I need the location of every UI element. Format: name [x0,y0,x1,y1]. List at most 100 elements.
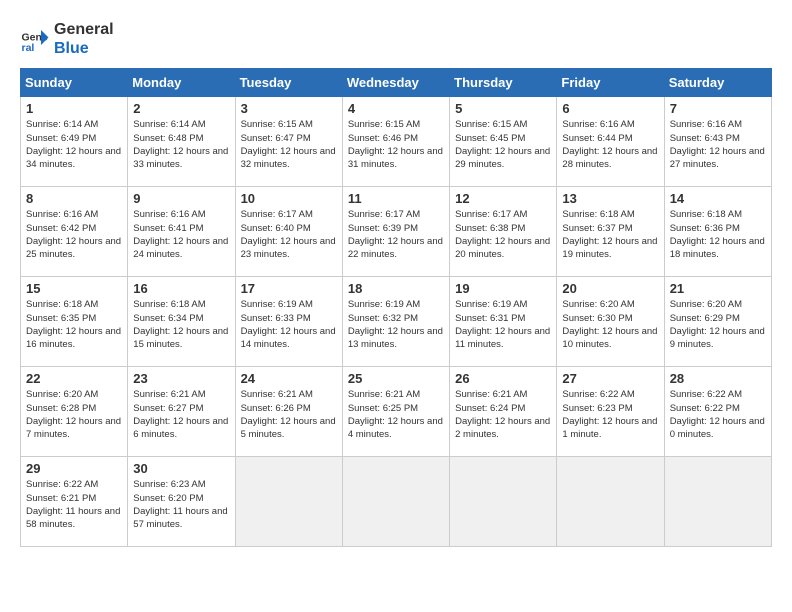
svg-text:ral: ral [22,42,35,54]
weekday-header: Saturday [664,69,771,97]
day-info: Sunrise: 6:23 AMSunset: 6:20 PMDaylight:… [133,478,229,531]
day-number: 30 [133,461,229,476]
calendar-week-row: 22Sunrise: 6:20 AMSunset: 6:28 PMDayligh… [21,367,772,457]
weekday-header: Monday [128,69,235,97]
calendar-table: SundayMondayTuesdayWednesdayThursdayFrid… [20,68,772,547]
calendar-cell: 21 Sunrise: 6:20 AMSunset: 6:29 PMDayligh… [664,277,771,367]
calendar-cell [557,457,664,547]
calendar-cell: 29 Sunrise: 6:22 AMSunset: 6:21 PMDayligh… [21,457,128,547]
day-info: Sunrise: 6:15 AMSunset: 6:47 PMDaylight:… [241,118,337,171]
calendar-body: 1 Sunrise: 6:14 AMSunset: 6:49 PMDaylight… [21,97,772,547]
day-info: Sunrise: 6:20 AMSunset: 6:30 PMDaylight:… [562,298,658,351]
day-number: 2 [133,101,229,116]
calendar-cell: 16 Sunrise: 6:18 AMSunset: 6:34 PMDayligh… [128,277,235,367]
day-info: Sunrise: 6:15 AMSunset: 6:45 PMDaylight:… [455,118,551,171]
weekday-header: Friday [557,69,664,97]
day-info: Sunrise: 6:19 AMSunset: 6:32 PMDaylight:… [348,298,444,351]
day-number: 21 [670,281,766,296]
day-info: Sunrise: 6:22 AMSunset: 6:21 PMDaylight:… [26,478,122,531]
day-info: Sunrise: 6:14 AMSunset: 6:48 PMDaylight:… [133,118,229,171]
calendar-cell: 25Sunrise: 6:21 AMSunset: 6:25 PMDayligh… [342,367,449,457]
weekday-header: Sunday [21,69,128,97]
calendar-cell: 30 Sunrise: 6:23 AMSunset: 6:20 PMDayligh… [128,457,235,547]
day-number: 12 [455,191,551,206]
day-number: 4 [348,101,444,116]
calendar-cell: 8 Sunrise: 6:16 AMSunset: 6:42 PMDaylight… [21,187,128,277]
calendar-header: SundayMondayTuesdayWednesdayThursdayFrid… [21,69,772,97]
calendar-cell: 4 Sunrise: 6:15 AMSunset: 6:46 PMDaylight… [342,97,449,187]
day-number: 28 [670,371,766,386]
day-info: Sunrise: 6:22 AMSunset: 6:23 PMDaylight:… [562,388,658,441]
day-info: Sunrise: 6:20 AMSunset: 6:29 PMDaylight:… [670,298,766,351]
day-number: 13 [562,191,658,206]
calendar-cell [235,457,342,547]
calendar-cell: 22Sunrise: 6:20 AMSunset: 6:28 PMDayligh… [21,367,128,457]
day-number: 16 [133,281,229,296]
day-number: 24 [241,371,337,386]
day-number: 5 [455,101,551,116]
day-number: 15 [26,281,122,296]
calendar-cell: 27 Sunrise: 6:22 AMSunset: 6:23 PMDayligh… [557,367,664,457]
day-number: 11 [348,191,444,206]
day-number: 8 [26,191,122,206]
logo: Gene ral General Blue [20,20,114,58]
day-info: Sunrise: 6:16 AMSunset: 6:41 PMDaylight:… [133,208,229,261]
day-info: Sunrise: 6:21 AMSunset: 6:24 PMDaylight:… [455,388,551,441]
day-info: Sunrise: 6:16 AMSunset: 6:43 PMDaylight:… [670,118,766,171]
day-number: 6 [562,101,658,116]
day-number: 26 [455,371,551,386]
day-info: Sunrise: 6:17 AMSunset: 6:38 PMDaylight:… [455,208,551,261]
calendar-week-row: 15 Sunrise: 6:18 AMSunset: 6:35 PMDayligh… [21,277,772,367]
day-number: 29 [26,461,122,476]
calendar-cell: 9 Sunrise: 6:16 AMSunset: 6:41 PMDaylight… [128,187,235,277]
day-number: 22 [26,371,122,386]
calendar-cell [342,457,449,547]
calendar-cell [450,457,557,547]
day-info: Sunrise: 6:22 AMSunset: 6:22 PMDaylight:… [670,388,766,441]
calendar-cell: 23Sunrise: 6:21 AMSunset: 6:27 PMDayligh… [128,367,235,457]
day-info: Sunrise: 6:18 AMSunset: 6:35 PMDaylight:… [26,298,122,351]
day-info: Sunrise: 6:18 AMSunset: 6:36 PMDaylight:… [670,208,766,261]
calendar-cell: 2 Sunrise: 6:14 AMSunset: 6:48 PMDaylight… [128,97,235,187]
calendar-cell: 7 Sunrise: 6:16 AMSunset: 6:43 PMDaylight… [664,97,771,187]
calendar-cell: 12 Sunrise: 6:17 AMSunset: 6:38 PMDayligh… [450,187,557,277]
day-info: Sunrise: 6:17 AMSunset: 6:40 PMDaylight:… [241,208,337,261]
day-number: 9 [133,191,229,206]
day-info: Sunrise: 6:21 AMSunset: 6:25 PMDaylight:… [348,388,444,441]
day-number: 27 [562,371,658,386]
calendar-cell: 26 Sunrise: 6:21 AMSunset: 6:24 PMDayligh… [450,367,557,457]
day-info: Sunrise: 6:21 AMSunset: 6:26 PMDaylight:… [241,388,337,441]
day-number: 7 [670,101,766,116]
calendar-cell [664,457,771,547]
weekday-header: Thursday [450,69,557,97]
calendar-cell: 14 Sunrise: 6:18 AMSunset: 6:36 PMDayligh… [664,187,771,277]
calendar-week-row: 29 Sunrise: 6:22 AMSunset: 6:21 PMDayligh… [21,457,772,547]
day-info: Sunrise: 6:21 AMSunset: 6:27 PMDaylight:… [133,388,229,441]
day-number: 14 [670,191,766,206]
calendar-cell: 24 Sunrise: 6:21 AMSunset: 6:26 PMDayligh… [235,367,342,457]
calendar-cell: 18 Sunrise: 6:19 AMSunset: 6:32 PMDayligh… [342,277,449,367]
day-info: Sunrise: 6:14 AMSunset: 6:49 PMDaylight:… [26,118,122,171]
calendar-cell: 1 Sunrise: 6:14 AMSunset: 6:49 PMDaylight… [21,97,128,187]
weekday-header: Tuesday [235,69,342,97]
calendar-cell: 19 Sunrise: 6:19 AMSunset: 6:31 PMDayligh… [450,277,557,367]
calendar-cell: 17Sunrise: 6:19 AMSunset: 6:33 PMDayligh… [235,277,342,367]
calendar-cell: 13 Sunrise: 6:18 AMSunset: 6:37 PMDayligh… [557,187,664,277]
calendar-week-row: 1 Sunrise: 6:14 AMSunset: 6:49 PMDaylight… [21,97,772,187]
day-info: Sunrise: 6:16 AMSunset: 6:42 PMDaylight:… [26,208,122,261]
day-number: 19 [455,281,551,296]
day-info: Sunrise: 6:16 AMSunset: 6:44 PMDaylight:… [562,118,658,171]
calendar-cell: 6 Sunrise: 6:16 AMSunset: 6:44 PMDaylight… [557,97,664,187]
day-number: 18 [348,281,444,296]
day-info: Sunrise: 6:19 AMSunset: 6:33 PMDaylight:… [241,298,337,351]
calendar-cell: 28 Sunrise: 6:22 AMSunset: 6:22 PMDayligh… [664,367,771,457]
day-info: Sunrise: 6:15 AMSunset: 6:46 PMDaylight:… [348,118,444,171]
day-info: Sunrise: 6:18 AMSunset: 6:34 PMDaylight:… [133,298,229,351]
weekday-header: Wednesday [342,69,449,97]
calendar-cell: 11Sunrise: 6:17 AMSunset: 6:39 PMDayligh… [342,187,449,277]
day-number: 1 [26,101,122,116]
page-header: Gene ral General Blue [20,20,772,58]
calendar-cell: 15 Sunrise: 6:18 AMSunset: 6:35 PMDayligh… [21,277,128,367]
day-info: Sunrise: 6:18 AMSunset: 6:37 PMDaylight:… [562,208,658,261]
day-info: Sunrise: 6:19 AMSunset: 6:31 PMDaylight:… [455,298,551,351]
